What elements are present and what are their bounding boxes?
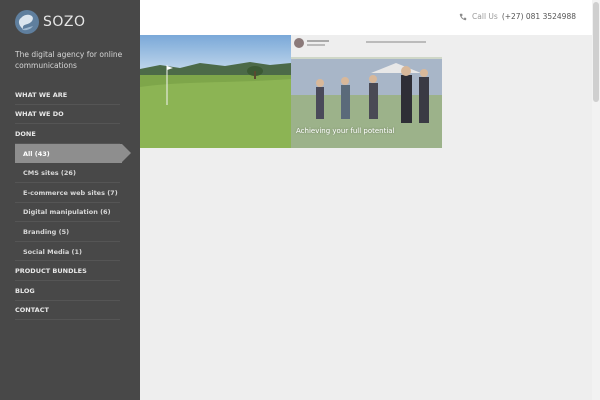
call-us-label: Call Us <box>472 12 498 21</box>
golf-course-image <box>140 35 291 148</box>
brand-name: SOZO <box>43 14 86 30</box>
active-arrow-icon <box>122 143 131 162</box>
nav-blog[interactable]: BLOG <box>0 281 140 301</box>
nav-done[interactable]: DONE <box>0 124 140 144</box>
sidebar: SOZO The digital agency for online commu… <box>0 0 140 400</box>
nav-sub-ecommerce[interactable]: E-commerce web sites (7) <box>0 183 140 203</box>
top-header: Call Us (+27) 081 3524988 <box>140 0 592 35</box>
nav-what-we-are[interactable]: WHAT WE ARE <box>0 85 140 105</box>
nav-sub-cms-sites[interactable]: CMS sites (26) <box>0 163 140 183</box>
sozo-logo-icon <box>15 10 39 34</box>
nav-sub-social-media[interactable]: Social Media (1) <box>0 242 140 262</box>
scrollbar-thumb[interactable] <box>593 2 599 102</box>
main-nav: WHAT WE ARE WHAT WE DO DONE All (43) CMS… <box>0 85 140 320</box>
phone-number: (+27) 081 3524988 <box>501 12 576 21</box>
tagline: The digital agency for online communicat… <box>15 50 123 70</box>
portfolio-item-golf[interactable] <box>140 35 291 148</box>
nav-sub-all-label: All (43) <box>23 149 50 158</box>
nav-product-bundles[interactable]: PRODUCT BUNDLES <box>0 261 140 281</box>
phone-icon <box>459 13 467 20</box>
call-us[interactable]: Call Us (+27) 081 3524988 <box>459 12 576 21</box>
scrollbar[interactable] <box>592 0 600 400</box>
portfolio-caption: Achieving your full potential <box>296 127 395 135</box>
nav-what-we-do[interactable]: WHAT WE DO <box>0 105 140 125</box>
nav-sub-branding[interactable]: Branding (5) <box>0 222 140 242</box>
logo[interactable]: SOZO <box>14 9 86 35</box>
portfolio-item-school[interactable]: Achieving your full potential <box>291 35 442 148</box>
nav-sub-digital-manipulation[interactable]: Digital manipulation (6) <box>0 203 140 223</box>
portfolio-grid: Achieving your full potential <box>140 35 442 148</box>
nav-contact[interactable]: CONTACT <box>0 301 140 321</box>
nav-sub-all[interactable]: All (43) <box>15 143 131 164</box>
